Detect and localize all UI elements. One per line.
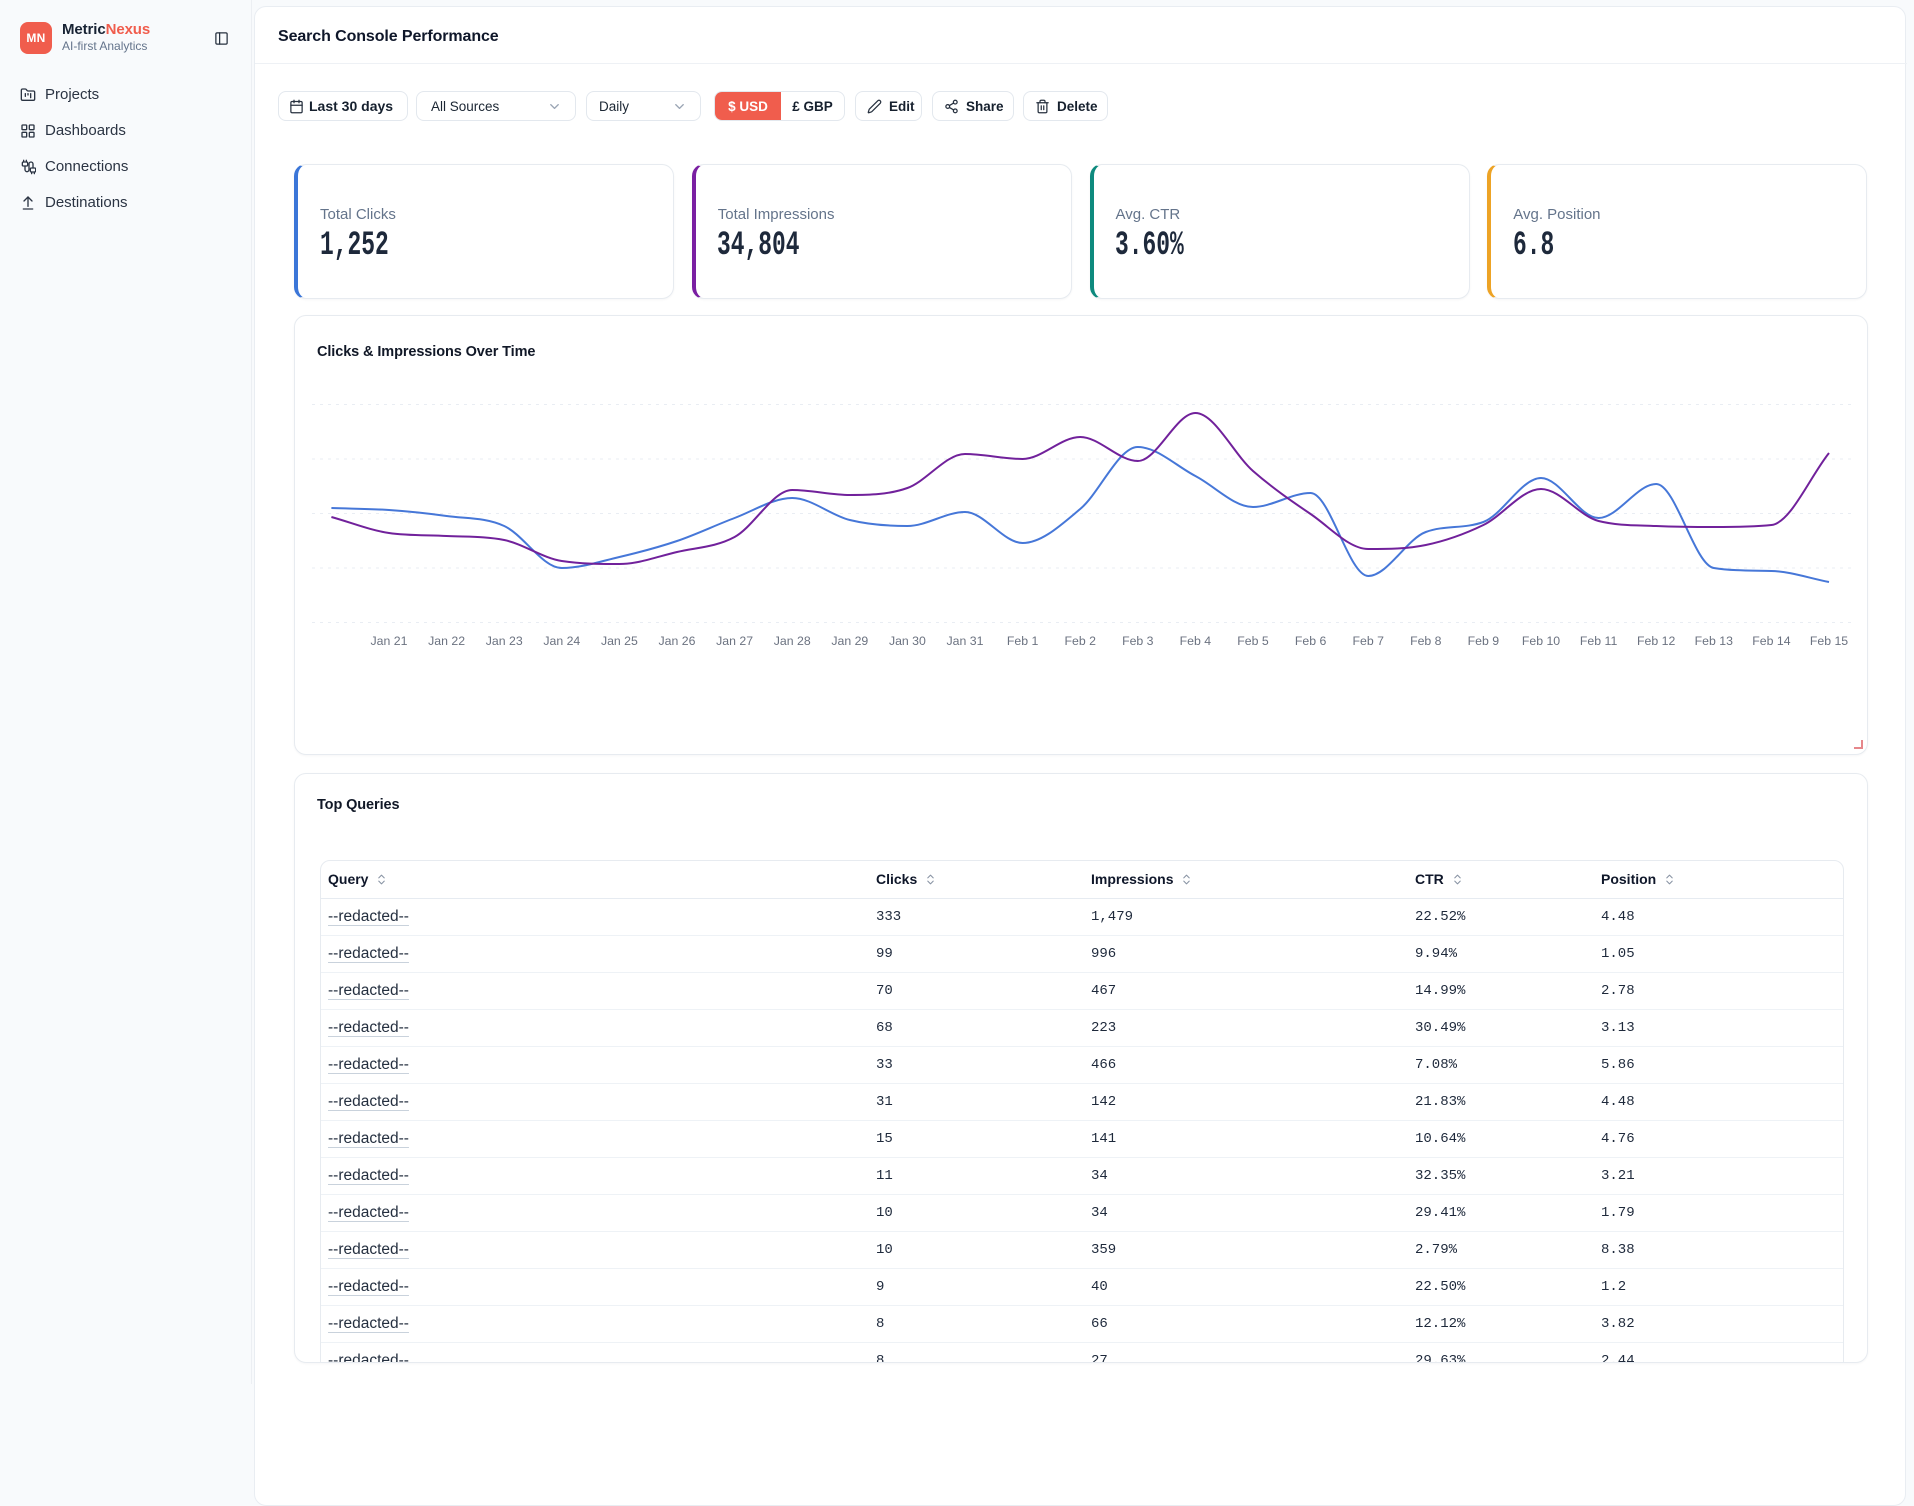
svg-text:Feb 9: Feb 9	[1468, 634, 1500, 648]
svg-text:Feb 7: Feb 7	[1352, 634, 1384, 648]
svg-text:Jan 21: Jan 21	[371, 634, 408, 648]
svg-text:Feb 14: Feb 14	[1752, 634, 1790, 648]
svg-text:Jan 29: Jan 29	[831, 634, 868, 648]
svg-text:Jan 30: Jan 30	[889, 634, 926, 648]
svg-text:Feb 13: Feb 13	[1695, 634, 1733, 648]
svg-text:Feb 1: Feb 1	[1007, 634, 1039, 648]
svg-text:Feb 6: Feb 6	[1295, 634, 1327, 648]
svg-text:Jan 22: Jan 22	[428, 634, 465, 648]
svg-text:Feb 5: Feb 5	[1237, 634, 1269, 648]
svg-text:Feb 15: Feb 15	[1810, 634, 1848, 648]
svg-text:Feb 11: Feb 11	[1580, 634, 1618, 648]
svg-text:Jan 28: Jan 28	[774, 634, 811, 648]
svg-text:Jan 24: Jan 24	[543, 634, 580, 648]
svg-text:Feb 10: Feb 10	[1522, 634, 1560, 648]
svg-text:Jan 27: Jan 27	[716, 634, 753, 648]
svg-text:Feb 12: Feb 12	[1637, 634, 1675, 648]
svg-text:Jan 26: Jan 26	[659, 634, 696, 648]
svg-text:Feb 8: Feb 8	[1410, 634, 1442, 648]
svg-text:Feb 3: Feb 3	[1122, 634, 1154, 648]
svg-text:Jan 23: Jan 23	[486, 634, 523, 648]
svg-text:Jan 25: Jan 25	[601, 634, 638, 648]
svg-text:Jan 31: Jan 31	[947, 634, 984, 648]
svg-text:Feb 4: Feb 4	[1180, 634, 1212, 648]
svg-text:Feb 2: Feb 2	[1064, 634, 1096, 648]
